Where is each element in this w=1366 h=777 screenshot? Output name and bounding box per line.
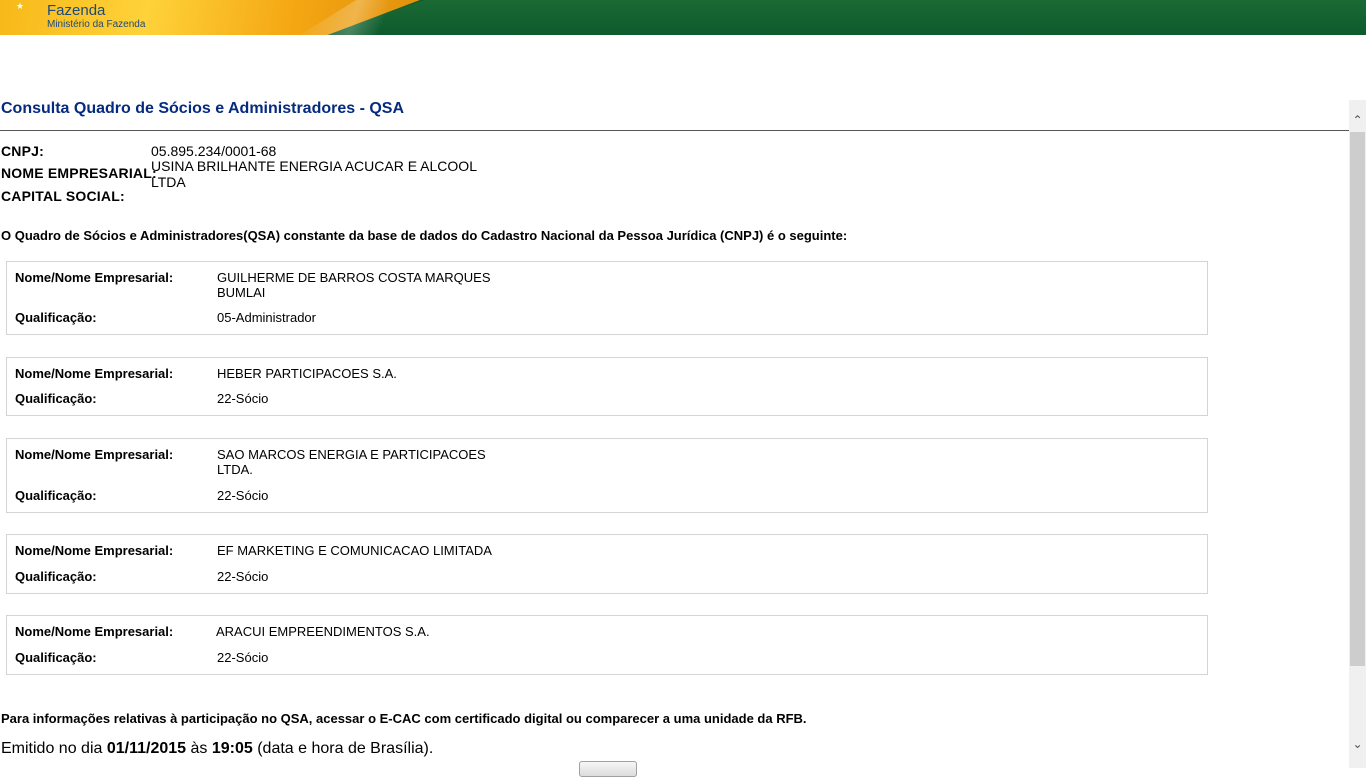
scrollbar-thumb[interactable] <box>1350 132 1365 666</box>
star-icon: ★ <box>16 1 25 11</box>
cnpj-value: 05.895.234/0001-68 <box>151 143 277 159</box>
company-name-line: USINA BRILHANTE ENERGIA ACUCAR E ALCOOL <box>151 158 477 174</box>
brand-title: Fazenda <box>47 2 106 19</box>
qsa-footer-note: Para informações relativas à participaçã… <box>1 711 807 726</box>
emitted-suffix: (data e hora de Brasília). <box>252 740 434 757</box>
partner-qualification-label: Qualificação: <box>15 569 97 584</box>
chevron-up-icon[interactable]: ⌃ <box>1349 112 1366 129</box>
partner-card: Nome/Nome Empresarial: HEBER PARTICIPACO… <box>6 357 1208 416</box>
partner-name-label: Nome/Nome Empresarial: <box>15 270 174 285</box>
partner-name-value: HEBER PARTICIPACOES S.A. <box>217 366 397 381</box>
partner-qualification-label: Qualificação: <box>15 488 97 503</box>
title-divider <box>0 130 1349 131</box>
partner-qualification-value: 22-Sócio <box>217 569 269 584</box>
partner-name-label: Nome/Nome Empresarial: <box>15 447 174 462</box>
chevron-down-icon[interactable]: ⌄ <box>1349 736 1366 753</box>
partner-name-line: LTDA. <box>217 462 253 477</box>
partner-name-value: GUILHERME DE BARROS COSTA MARQUES BUMLAI <box>217 270 491 300</box>
company-name-label: NOME EMPRESARIAL: <box>1 165 157 181</box>
partner-name-label: Nome/Nome Empresarial: <box>15 366 174 381</box>
partner-name-value: EF MARKETING E COMUNICACAO LIMITADA <box>217 543 492 558</box>
action-button[interactable] <box>579 761 637 777</box>
emitted-time: 19:05 <box>211 740 253 757</box>
brand-subtitle: Ministério da Fazenda <box>47 19 146 30</box>
company-name-value: USINA BRILHANTE ENERGIA ACUCAR E ALCOOL … <box>151 158 477 190</box>
company-name-line: LTDA <box>151 174 186 190</box>
emission-info: Emitido no dia 01/11/2015 às 19:05 (data… <box>1 740 433 758</box>
partner-name-label: Nome/Nome Empresarial: <box>15 624 174 639</box>
banner-green-band <box>320 0 1366 35</box>
cnpj-label: CNPJ: <box>1 143 45 159</box>
vertical-scrollbar[interactable]: ⌃ ⌄ <box>1349 100 1366 768</box>
partner-name-line: BUMLAI <box>217 285 266 300</box>
partner-card: Nome/Nome Empresarial: ARACUI EMPREENDIM… <box>6 615 1208 675</box>
partner-qualification-value: 22-Sócio <box>217 650 269 665</box>
partner-qualification-label: Qualificação: <box>15 650 97 665</box>
qsa-intro-text: O Quadro de Sócios e Administradores(QSA… <box>1 228 848 243</box>
partner-qualification-label: Qualificação: <box>15 310 97 325</box>
partner-qualification-label: Qualificação: <box>15 391 97 406</box>
partner-name-value: ARACUI EMPREENDIMENTOS S.A. <box>216 624 430 639</box>
partner-name-value: SAO MARCOS ENERGIA E PARTICIPACOES LTDA. <box>217 447 486 477</box>
capital-label: CAPITAL SOCIAL: <box>1 188 125 204</box>
partner-name-line: GUILHERME DE BARROS COSTA MARQUES <box>217 270 491 285</box>
partner-qualification-value: 22-Sócio <box>217 488 269 503</box>
header-banner: ★ Fazenda Ministério da Fazenda <box>0 0 1366 35</box>
partner-card: Nome/Nome Empresarial: EF MARKETING E CO… <box>6 534 1208 594</box>
partner-card: Nome/Nome Empresarial: GUILHERME DE BARR… <box>6 261 1208 335</box>
emitted-prefix: Emitido no dia <box>1 740 107 757</box>
partner-qualification-value: 22-Sócio <box>217 391 269 406</box>
page-title: Consulta Quadro de Sócios e Administrado… <box>1 100 405 117</box>
partner-name-label: Nome/Nome Empresarial: <box>15 543 174 558</box>
emitted-mid: às <box>186 740 212 757</box>
partner-card: Nome/Nome Empresarial: SAO MARCOS ENERGI… <box>6 438 1208 513</box>
emitted-date: 01/11/2015 <box>106 740 187 757</box>
partner-qualification-value: 05-Administrador <box>217 310 316 325</box>
partner-name-line: SAO MARCOS ENERGIA E PARTICIPACOES <box>217 447 486 462</box>
